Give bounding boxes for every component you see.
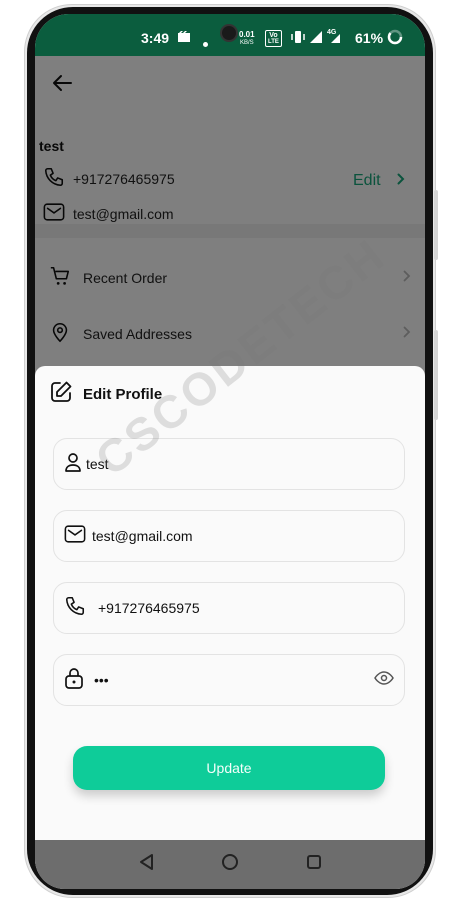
volte-bottom: LTE xyxy=(268,39,279,45)
media-notification-icon xyxy=(177,30,191,48)
front-camera xyxy=(220,24,238,42)
volte-icon: Vo LTE xyxy=(265,30,282,47)
volte-top: Vo xyxy=(269,32,278,39)
eye-icon[interactable] xyxy=(374,670,394,690)
email-field[interactable] xyxy=(53,510,405,562)
password-input[interactable] xyxy=(94,672,374,688)
net-speed-value: 0.01 xyxy=(239,30,255,39)
recents-square-icon[interactable] xyxy=(306,854,322,875)
edit-pencil-icon xyxy=(49,380,73,409)
name-input[interactable] xyxy=(86,456,394,472)
back-triangle-icon[interactable] xyxy=(138,853,154,876)
phone-input[interactable] xyxy=(98,600,394,616)
battery-percent: 61% xyxy=(355,30,384,46)
phone-field[interactable] xyxy=(53,582,405,634)
mail-icon xyxy=(64,524,86,549)
system-nav-bar xyxy=(35,840,425,889)
power-button xyxy=(434,190,438,260)
email-input[interactable] xyxy=(92,528,394,544)
password-field[interactable] xyxy=(53,654,405,706)
phone-icon xyxy=(64,595,86,622)
signal-icon xyxy=(309,30,323,49)
status-bar: 3:49 0.01 KB/S Vo LTE 4G 61% xyxy=(35,14,425,56)
signal-4g-icon xyxy=(327,30,341,49)
sheet-title: Edit Profile xyxy=(83,386,163,403)
edit-profile-sheet: Edit Profile test test@gmail.com +917276… xyxy=(35,366,425,840)
screen: test +917276465975 test@gmail.com Edit xyxy=(35,14,425,889)
sheet-header: Edit Profile xyxy=(49,380,162,409)
battery-ring-icon xyxy=(387,29,403,50)
name-field[interactable] xyxy=(53,438,405,490)
vibrate-icon xyxy=(291,30,305,49)
notification-dot-icon xyxy=(203,34,208,52)
lock-icon xyxy=(64,667,84,694)
volume-button xyxy=(434,330,438,420)
home-circle-icon[interactable] xyxy=(221,853,239,876)
update-button[interactable]: Update xyxy=(73,746,385,790)
net-speed-unit: KB/S xyxy=(239,40,254,46)
user-icon xyxy=(64,452,82,477)
net-speed: 0.01 KB/S xyxy=(239,31,255,47)
status-time: 3:49 xyxy=(141,30,170,46)
